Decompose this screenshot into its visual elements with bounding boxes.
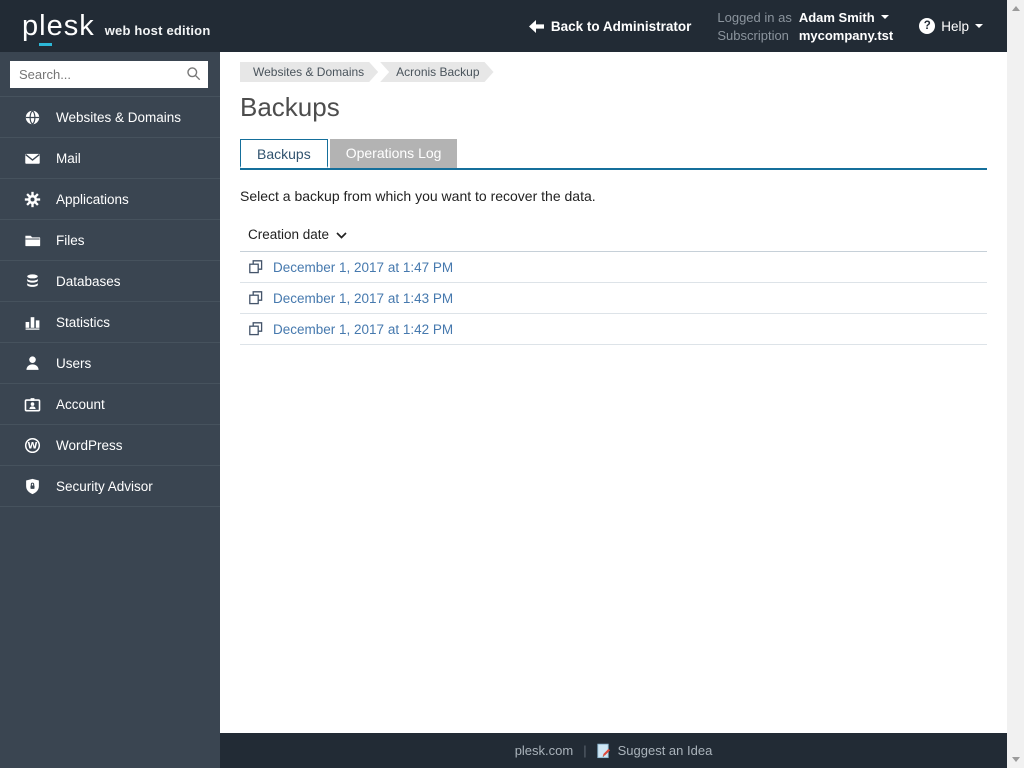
sort-chevron-icon <box>336 232 347 239</box>
backup-date-link[interactable]: December 1, 2017 at 1:42 PM <box>273 322 453 337</box>
page-description: Select a backup from which you want to r… <box>240 188 596 204</box>
subscription-label: Subscription <box>717 27 789 43</box>
footer-bar: plesk.com | Suggest an Idea <box>220 733 1007 768</box>
help-label: Help <box>941 18 969 34</box>
search-icon <box>186 66 201 86</box>
scroll-up-icon <box>1011 6 1020 11</box>
sidebar-item-statistics[interactable]: Statistics <box>0 302 220 343</box>
sidebar-item-label: Statistics <box>56 314 111 330</box>
sidebar-item-applications[interactable]: Applications <box>0 179 220 220</box>
sidebar-item-wordpress[interactable]: W WordPress <box>0 425 220 466</box>
page-title: Backups <box>240 92 340 122</box>
shield-lock-icon <box>24 478 41 495</box>
sidebar-item-security-advisor[interactable]: Security Advisor <box>0 466 220 507</box>
suggest-idea-icon <box>596 743 611 759</box>
subscription-value: mycompany.tst <box>798 27 894 43</box>
backup-copy-icon <box>248 290 264 306</box>
user-menu[interactable]: Adam Smith <box>799 10 893 25</box>
breadcrumb-acronis-backup: Acronis Backup <box>380 62 493 82</box>
tab-operations-log[interactable]: Operations Log <box>329 139 458 168</box>
backup-date-link[interactable]: December 1, 2017 at 1:43 PM <box>273 291 453 306</box>
backup-copy-icon <box>248 321 264 337</box>
sidebar-item-label: Applications <box>56 191 129 207</box>
logged-in-as-label: Logged in as <box>717 9 792 25</box>
vertical-scrollbar[interactable] <box>1007 0 1024 768</box>
folder-icon <box>24 232 41 249</box>
breadcrumb: Websites & Domains Acronis Backup <box>240 62 987 82</box>
account-info-block: Logged in as Adam Smith Subscription myc… <box>717 10 893 43</box>
search-input[interactable] <box>10 61 208 88</box>
tab-backups[interactable]: Backups <box>240 139 328 168</box>
main-content: Websites & Domains Acronis Backup Backup… <box>220 52 1007 733</box>
question-circle-icon: ? <box>919 18 936 34</box>
back-to-administrator-label: Back to Administrator <box>550 18 692 34</box>
table-row: December 1, 2017 at 1:43 PM <box>240 283 987 314</box>
user-name: Adam Smith <box>798 9 875 25</box>
sidebar-item-websites-domains[interactable]: Websites & Domains <box>0 97 220 138</box>
sidebar-item-label: Mail <box>56 150 81 166</box>
gear-icon <box>24 191 41 208</box>
tab-bar: Backups Operations Log <box>240 139 987 170</box>
scroll-down-button[interactable] <box>1007 751 1024 768</box>
sidebar-item-databases[interactable]: Databases <box>0 261 220 302</box>
scroll-up-button[interactable] <box>1007 0 1024 17</box>
edition-label: web host edition <box>104 22 211 38</box>
back-to-administrator-link[interactable]: Back to Administrator <box>528 18 692 34</box>
scroll-down-icon <box>1011 757 1020 762</box>
globe-icon <box>24 109 41 126</box>
sidebar-item-label: WordPress <box>56 437 123 453</box>
sidebar-item-mail[interactable]: Mail <box>0 138 220 179</box>
suggest-an-idea-link[interactable]: Suggest an Idea <box>618 743 713 758</box>
sidebar-item-label: Security Advisor <box>56 478 153 494</box>
creation-date-sort-header[interactable]: Creation date <box>240 220 987 252</box>
svg-text:W: W <box>28 441 38 451</box>
plesk-com-link[interactable]: plesk.com <box>515 743 574 758</box>
help-menu[interactable]: ? Help <box>919 18 983 34</box>
backup-date-link[interactable]: December 1, 2017 at 1:47 PM <box>273 260 453 275</box>
user-icon <box>24 355 41 372</box>
top-header-bar: plesk web host edition Back to Administr… <box>0 0 1007 52</box>
backup-copy-icon <box>248 259 264 275</box>
sidebar-item-account[interactable]: Account <box>0 384 220 425</box>
sidebar-item-files[interactable]: Files <box>0 220 220 261</box>
wordpress-icon: W <box>24 437 41 454</box>
caret-down-icon <box>975 24 983 28</box>
sidebar-item-label: Files <box>56 232 85 248</box>
breadcrumb-websites-domains[interactable]: Websites & Domains <box>240 62 378 82</box>
sidebar-item-label: Users <box>56 355 92 371</box>
back-arrow-icon <box>528 19 544 33</box>
creation-date-label: Creation date <box>248 227 330 242</box>
bar-chart-icon <box>24 314 41 331</box>
id-card-icon <box>24 396 41 413</box>
sidebar-item-users[interactable]: Users <box>0 343 220 384</box>
table-row: December 1, 2017 at 1:42 PM <box>240 314 987 345</box>
sidebar-item-label: Databases <box>56 273 121 289</box>
mail-icon <box>24 150 41 167</box>
table-row: December 1, 2017 at 1:47 PM <box>240 252 987 283</box>
sidebar-item-label: Account <box>56 396 105 412</box>
caret-down-icon <box>880 15 889 19</box>
sidebar: Websites & Domains Mail Applications Fil… <box>0 52 220 768</box>
plesk-logo[interactable]: plesk web host edition <box>0 9 220 46</box>
plesk-logo-text: plesk <box>22 9 95 46</box>
footer-separator: | <box>583 743 587 758</box>
sidebar-item-label: Websites & Domains <box>56 109 182 125</box>
database-icon <box>24 273 41 290</box>
